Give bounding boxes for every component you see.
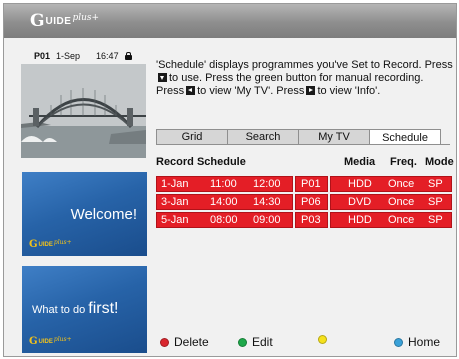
guide-tabs: Grid Search My TV Schedule xyxy=(156,129,444,145)
guide-plus-logo: G UIDE plus+ xyxy=(30,11,100,31)
left-arrow-key-icon xyxy=(186,86,196,95)
row-start: 14:00 xyxy=(210,196,238,208)
row-mode: SP xyxy=(428,178,443,190)
row-end: 14:30 xyxy=(253,196,281,208)
help-description: 'Schedule' displays programmes you've Se… xyxy=(156,59,453,97)
right-arrow-key-icon xyxy=(306,86,316,95)
green-edit-key[interactable]: Edit xyxy=(238,335,273,349)
row-channel: P01 xyxy=(301,178,321,190)
tab-schedule[interactable]: Schedule xyxy=(369,129,441,145)
row-end: 09:00 xyxy=(253,214,281,226)
what-to-do-text: What to do first! xyxy=(32,300,119,317)
current-time: 16:47 xyxy=(96,51,119,61)
blue-home-key[interactable]: Home xyxy=(394,335,440,349)
guide-plus-screen: G UIDE plus+ P01 1-Sep 16:47 Welcome! G … xyxy=(3,3,457,357)
tab-my-tv[interactable]: My TV xyxy=(298,129,370,144)
schedule-header: Record Schedule Media Freq. Mode xyxy=(156,156,456,170)
row-date: 3-Jan xyxy=(161,196,189,208)
tab-grid[interactable]: Grid xyxy=(156,129,228,144)
header-bar: G UIDE plus+ xyxy=(4,4,456,38)
column-media: Media xyxy=(344,156,376,168)
row-mode: SP xyxy=(428,196,443,208)
row-channel: P03 xyxy=(301,214,321,226)
schedule-list: 1-Jan 11:00 12:00 P01 HDD Once SP 3-Jan … xyxy=(156,176,456,230)
yellow-dot-icon xyxy=(318,335,327,344)
row-date: 5-Jan xyxy=(161,214,189,226)
guide-plus-mini-logo: G UIDE plus+ xyxy=(29,336,72,347)
yellow-key[interactable] xyxy=(318,335,332,344)
row-mode: SP xyxy=(428,214,443,226)
schedule-row[interactable]: 3-Jan 14:00 14:30 P06 DVD Once SP xyxy=(156,194,456,210)
row-media: HDD xyxy=(348,214,372,226)
row-start: 11:00 xyxy=(210,178,237,190)
tv-preview-window xyxy=(21,64,146,158)
down-arrow-key-icon xyxy=(158,73,167,82)
channel-number: P01 xyxy=(34,51,51,61)
color-key-bar: Delete Edit Home xyxy=(156,335,456,351)
row-date: 1-Jan xyxy=(161,178,189,190)
column-mode: Mode xyxy=(425,156,454,168)
row-freq: Once xyxy=(388,196,415,208)
row-channel: P06 xyxy=(301,196,321,208)
welcome-text: Welcome! xyxy=(70,206,137,223)
row-media: HDD xyxy=(348,178,372,190)
red-dot-icon xyxy=(160,337,169,347)
column-freq: Freq. xyxy=(390,156,417,168)
schedule-title: Record Schedule xyxy=(156,156,246,168)
welcome-panel[interactable]: Welcome! G UIDE plus+ xyxy=(22,172,147,256)
schedule-row[interactable]: 5-Jan 08:00 09:00 P03 HDD Once SP xyxy=(156,212,456,228)
schedule-row[interactable]: 1-Jan 11:00 12:00 P01 HDD Once SP xyxy=(156,176,456,192)
tab-search[interactable]: Search xyxy=(227,129,299,144)
tab-divider xyxy=(156,144,450,145)
guide-plus-mini-logo: G UIDE plus+ xyxy=(29,239,72,250)
row-start: 08:00 xyxy=(210,214,238,226)
current-date: 1-Sep xyxy=(56,51,81,61)
row-end: 12:00 xyxy=(253,178,281,190)
lock-icon xyxy=(124,52,132,60)
row-freq: Once xyxy=(388,178,415,190)
row-freq: Once xyxy=(388,214,415,226)
channel-info-bar: P01 1-Sep 16:47 xyxy=(34,50,147,62)
green-dot-icon xyxy=(238,337,247,347)
red-delete-key[interactable]: Delete xyxy=(160,335,209,349)
blue-dot-icon xyxy=(394,337,403,347)
harbour-bridge-image xyxy=(21,64,146,158)
what-to-do-first-panel[interactable]: What to do first! G UIDE plus+ xyxy=(22,266,147,353)
row-media: DVD xyxy=(348,196,372,208)
